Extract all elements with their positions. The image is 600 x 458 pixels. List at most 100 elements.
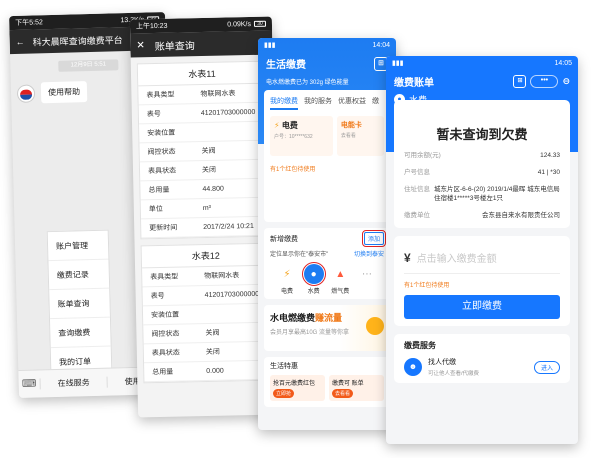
keyboard-icon[interactable]: ⌨ bbox=[18, 378, 41, 390]
amount-placeholder: 点击输入缴费金额 bbox=[416, 254, 497, 265]
switch-city-link[interactable]: 切换到泰安 bbox=[354, 249, 384, 258]
offer-card[interactable]: 抢百元缴费红包 立即抢 bbox=[270, 375, 325, 401]
electricity-bill-card[interactable]: ⚡ 电费 户号：10*****632 bbox=[270, 116, 333, 156]
service-label: 燃气费 bbox=[331, 289, 350, 295]
my-payments-panel: 我的缴费 我的服务 优惠权益 缴 ⚡ 电费 户号：10*****632 电能卡 … bbox=[264, 90, 390, 222]
phone-life-payment: ▮▮▮ 14:04 生活缴费 ⊞ 电水燃缴费已为 302g 绿色能量 我的缴费 … bbox=[258, 38, 396, 430]
menu-item-account[interactable]: 账户管理 bbox=[47, 230, 109, 262]
row-key: 阀控状态 bbox=[147, 148, 176, 157]
tab-my-services[interactable]: 我的服务 bbox=[304, 96, 332, 110]
bill-result-card: 暂未查询到欠费 可用余额(元) 124.33 户号信息 41 | *30 住址信息城… bbox=[394, 100, 570, 228]
tab-more[interactable]: 缴 bbox=[372, 96, 379, 110]
service-row: ☻ 找人代缴 可让他人查看/代缴费 进入 bbox=[404, 357, 560, 377]
special-title: 生活特惠 bbox=[270, 363, 298, 370]
info-key: 缴费单位 bbox=[404, 212, 430, 219]
offer-button[interactable]: 立即抢 bbox=[273, 389, 295, 398]
net-speed: 0.09K/s bbox=[227, 20, 252, 28]
row-key: 更新时间 bbox=[149, 224, 178, 233]
battery-icon: 30 bbox=[253, 20, 267, 27]
signal-icon: ▮▮▮ bbox=[392, 60, 404, 67]
amount-input[interactable]: ¥ 点击输入缴费金额 bbox=[404, 250, 560, 274]
power-card-sub: 去看看 bbox=[340, 133, 356, 139]
status-time: 上午10:23 bbox=[135, 22, 168, 31]
promo-banner[interactable]: 水电燃缴费赚流量 会员月享最高10G 流量等你拿 bbox=[264, 305, 390, 351]
page-title: 缴费账单 bbox=[394, 78, 434, 89]
power-card-name: 电能卡 bbox=[340, 122, 362, 129]
page-title: 生活缴费 bbox=[266, 60, 306, 71]
bill-account: 户号：10*****632 bbox=[274, 134, 313, 140]
bottom-tab-online-service[interactable]: 在线服务 bbox=[40, 376, 108, 390]
info-value: 城东片区-6-6-(20) 2019/1/4最晖 城东电信局住宿楼1*****3… bbox=[434, 186, 560, 202]
close-circle-icon[interactable]: ⊖ bbox=[562, 76, 570, 87]
scan-icon[interactable]: ⊞ bbox=[513, 75, 527, 88]
menu-item-query-pay[interactable]: 查询缴费 bbox=[49, 317, 111, 349]
row-key: 总用量 bbox=[148, 186, 170, 195]
meter-title: 水表12 bbox=[141, 243, 271, 269]
add-button[interactable]: 添加 bbox=[361, 230, 387, 247]
phone-payment-bill: ▮▮▮ 14:05 缴费账单 ⊞ ••• ⊖ ● 水费 暂未查询到欠费 可用余额… bbox=[386, 56, 578, 444]
message-bubble[interactable]: 使用帮助 bbox=[40, 81, 88, 104]
page-title: 科大晨晖查询缴费平台 bbox=[32, 34, 123, 47]
more-icon: ⋯ bbox=[361, 268, 372, 280]
more-menu-icon[interactable]: ••• bbox=[530, 75, 559, 88]
coupon-hint[interactable]: 有1个红包待使用 bbox=[404, 280, 560, 289]
currency-symbol: ¥ bbox=[404, 250, 411, 265]
offer-card[interactable]: 缴费可 账单 去看看 bbox=[329, 375, 384, 401]
pay-now-button[interactable]: 立即缴费 bbox=[404, 295, 560, 319]
enter-button[interactable]: 进入 bbox=[533, 360, 560, 374]
menu-item-bill-query[interactable]: 账单查询 bbox=[49, 288, 110, 320]
info-key: 可用余额(元) bbox=[404, 152, 441, 159]
table-row: 总用量 0.000 bbox=[144, 360, 273, 383]
offer-title: 抢百元缴费红包 bbox=[273, 381, 316, 387]
tab-my-payments[interactable]: 我的缴费 bbox=[270, 96, 298, 110]
back-arrow-icon[interactable]: ← bbox=[16, 37, 25, 47]
flame-icon: ▲ bbox=[335, 268, 346, 280]
power-card[interactable]: 电能卡 去看看 bbox=[336, 116, 384, 156]
special-offers: 生活特惠 抢百元缴费红包 立即抢 缴费可 账单 去看看 bbox=[264, 357, 390, 407]
service-water[interactable]: ● 水费 bbox=[301, 262, 327, 295]
bill-cards: ⚡ 电费 户号：10*****632 电能卡 去看看 bbox=[270, 116, 384, 156]
close-icon[interactable]: ✕ bbox=[136, 40, 145, 51]
meter-card-12: 水表12 表具类型 物联网水表 表号 41201703000000 安装位置 阀控状… bbox=[140, 242, 274, 384]
meter-title: 水表11 bbox=[137, 61, 267, 87]
service-label: 水费 bbox=[307, 289, 320, 295]
payment-services: 缴费服务 ☻ 找人代缴 可让他人查看/代缴费 进入 bbox=[394, 334, 570, 383]
service-electricity[interactable]: ⚡ 电费 bbox=[274, 264, 300, 296]
nav-bar: ✕ 账单查询 bbox=[130, 30, 273, 58]
coin-icon bbox=[366, 317, 384, 335]
row-key: 总用量 bbox=[152, 368, 174, 377]
banner-highlight: 赚流量 bbox=[315, 313, 343, 323]
signal-icon: ▮▮▮ bbox=[264, 42, 276, 49]
location-text: 定位显示你在"泰安市" bbox=[270, 252, 329, 258]
service-name: 找人代缴 bbox=[428, 359, 456, 366]
service-more[interactable]: ⋯ bbox=[354, 264, 380, 295]
menu-item-records[interactable]: 缴费记录 bbox=[48, 259, 110, 291]
row-key: 表号 bbox=[150, 292, 165, 301]
status-bar: ▮▮▮ 14:05 bbox=[386, 56, 578, 70]
tab-bar: 我的缴费 我的服务 优惠权益 缴 bbox=[264, 90, 390, 110]
tab-benefits[interactable]: 优惠权益 bbox=[338, 96, 366, 110]
lightning-icon: ⚡ bbox=[283, 268, 291, 280]
lightning-icon: ⚡ bbox=[274, 121, 280, 130]
banner-title: 水电燃缴费 bbox=[270, 313, 316, 323]
offer-button[interactable]: 去看看 bbox=[332, 389, 354, 398]
status-time: 下午5:52 bbox=[15, 19, 43, 27]
message-timestamp: 12月9日 5:51 bbox=[58, 59, 119, 72]
app-header: 缴费账单 ⊞ ••• ⊖ bbox=[386, 70, 578, 93]
info-key: 住址信息 bbox=[404, 186, 430, 193]
new-payment-section: 新增缴费 添加 定位显示你在"泰安市" 切换到泰安 ⚡ 电费 ● 水费 ▲ 燃气费 ⋯ bbox=[264, 228, 390, 299]
service-label: 电费 bbox=[280, 289, 293, 295]
row-key: 表具类型 bbox=[150, 273, 179, 282]
page-title: 账单查询 bbox=[154, 40, 195, 53]
row-key: 阀控状态 bbox=[151, 330, 180, 339]
status-time: 14:05 bbox=[554, 59, 572, 67]
status-time: 14:04 bbox=[372, 41, 390, 49]
row-key: 单位 bbox=[148, 205, 163, 214]
offer-title: 缴费可 账单 bbox=[332, 381, 364, 387]
info-row: 户号信息 41 | *30 bbox=[404, 168, 560, 177]
service-gas[interactable]: ▲ 燃气费 bbox=[327, 264, 353, 296]
row-key: 安装位置 bbox=[147, 129, 176, 138]
coupon-hint[interactable]: 有1个红包待使用 bbox=[264, 162, 390, 175]
info-row: 住址信息 城东片区-6-6-(20) 2019/1/4最晖 城东电信局住宿楼1**… bbox=[404, 185, 560, 203]
row-key: 表具类型 bbox=[146, 91, 175, 100]
